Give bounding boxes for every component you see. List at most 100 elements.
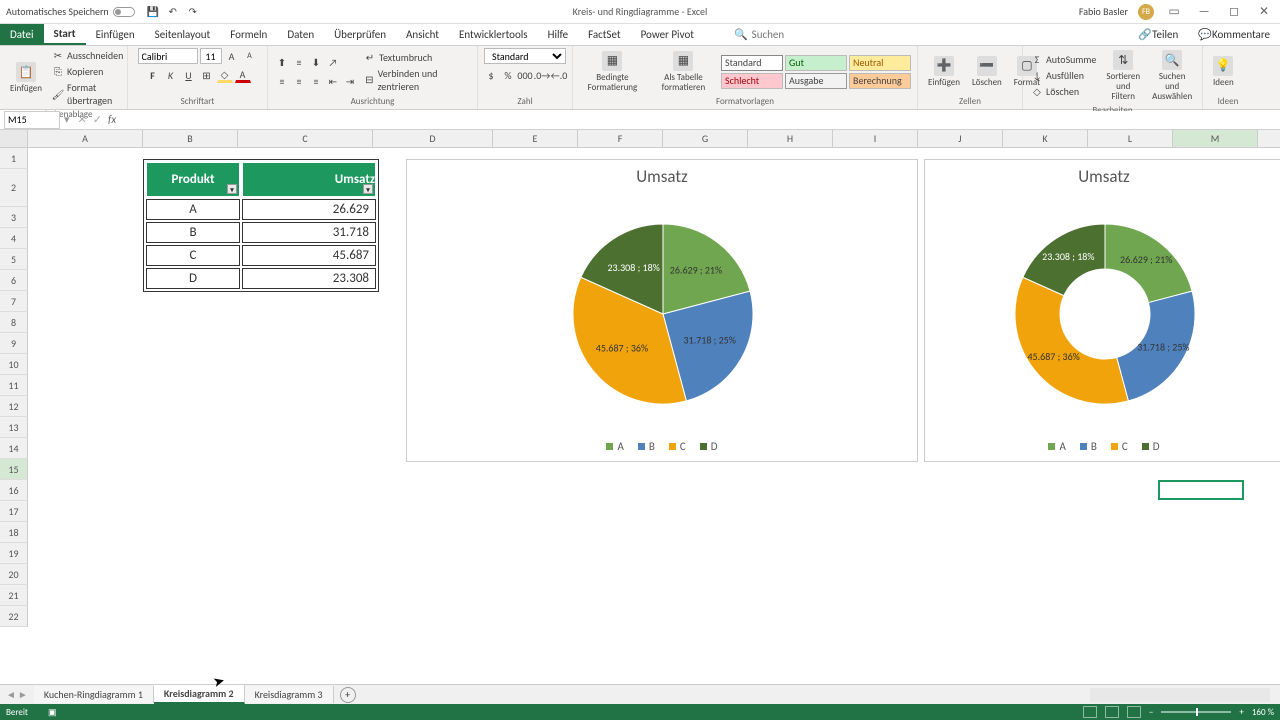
- border-icon[interactable]: ⊞: [199, 67, 215, 83]
- maximize-icon[interactable]: ◻: [1224, 4, 1244, 20]
- autosum-button[interactable]: ΣAutoSumme: [1029, 52, 1098, 67]
- rowhead-3[interactable]: 3: [0, 207, 28, 228]
- normal-view-icon[interactable]: [1083, 706, 1097, 718]
- style-neutral[interactable]: Neutral: [849, 55, 911, 71]
- style-bad[interactable]: Schlecht: [721, 73, 783, 89]
- align-right-icon[interactable]: ≡: [308, 73, 324, 89]
- undo-icon[interactable]: ↶: [167, 6, 179, 18]
- percent-icon[interactable]: %: [500, 67, 516, 83]
- zoom-level[interactable]: 160 %: [1252, 707, 1274, 718]
- fill-button[interactable]: ↓Ausfüllen: [1029, 68, 1098, 83]
- colhead-L[interactable]: L: [1088, 130, 1173, 147]
- user-avatar[interactable]: FB: [1138, 4, 1154, 20]
- user-name[interactable]: Fabio Basler: [1079, 5, 1128, 18]
- share-button[interactable]: 🔗 Teilen: [1128, 24, 1188, 45]
- dec-dec-icon[interactable]: ←.0: [551, 67, 567, 83]
- rowhead-13[interactable]: 13: [0, 417, 28, 438]
- colhead-K[interactable]: K: [1003, 130, 1088, 147]
- colhead-B[interactable]: B: [143, 130, 238, 147]
- rowhead-4[interactable]: 4: [0, 228, 28, 249]
- rowhead-5[interactable]: 5: [0, 249, 28, 270]
- tab-einfuegen[interactable]: Einfügen: [86, 24, 145, 45]
- tab-factset[interactable]: FactSet: [578, 24, 631, 45]
- thousands-icon[interactable]: 000: [517, 67, 533, 83]
- underline-button[interactable]: U: [181, 67, 197, 83]
- sheet-nav-prev-icon[interactable]: ◄: [6, 688, 16, 701]
- format-as-table-button[interactable]: ▦Als Tabelle formatieren: [650, 49, 717, 95]
- formula-input[interactable]: [124, 111, 1280, 129]
- comments-button[interactable]: 💬 Kommentare: [1188, 24, 1280, 45]
- colhead-G[interactable]: G: [663, 130, 748, 147]
- align-left-icon[interactable]: ≡: [274, 73, 290, 89]
- select-all-button[interactable]: [0, 130, 28, 147]
- align-center-icon[interactable]: ≡: [291, 73, 307, 89]
- merge-button[interactable]: ⊟Verbinden und zentrieren: [362, 66, 471, 94]
- accept-formula-icon[interactable]: ✓: [93, 113, 102, 126]
- colhead-A[interactable]: A: [28, 130, 143, 147]
- paste-button[interactable]: 📋 Einfügen: [6, 60, 46, 96]
- colhead-M[interactable]: M: [1173, 130, 1258, 147]
- minimize-icon[interactable]: —: [1194, 4, 1214, 20]
- dec-inc-icon[interactable]: .0→: [534, 67, 550, 83]
- align-middle-icon[interactable]: ≡: [291, 54, 307, 70]
- rowhead-18[interactable]: 18: [0, 522, 28, 543]
- rowhead-9[interactable]: 9: [0, 333, 28, 354]
- rowhead-11[interactable]: 11: [0, 375, 28, 396]
- rowhead-14[interactable]: 14: [0, 438, 28, 459]
- rowhead-12[interactable]: 12: [0, 396, 28, 417]
- font-size-input[interactable]: [200, 48, 222, 64]
- tab-entwicklertools[interactable]: Entwicklertools: [449, 24, 538, 45]
- pie-chart[interactable]: Umsatz 26.629 ; 21%31.718 ; 25%45.687 ; …: [406, 159, 918, 462]
- format-painter-button[interactable]: 🖌Format übertragen: [50, 80, 125, 108]
- zoom-slider[interactable]: [1161, 711, 1231, 713]
- ideas-button[interactable]: 💡Ideen: [1209, 54, 1238, 90]
- colhead-E[interactable]: E: [493, 130, 578, 147]
- currency-icon[interactable]: $: [483, 67, 499, 83]
- tab-file[interactable]: Datei: [0, 24, 44, 45]
- worksheet-grid[interactable]: A B C D E F G H I J K L M 12345678910111…: [0, 130, 1280, 650]
- orientation-icon[interactable]: ↗: [325, 54, 341, 70]
- style-standard[interactable]: Standard: [721, 55, 783, 71]
- zoom-out-button[interactable]: −: [1149, 707, 1153, 718]
- rowhead-1[interactable]: 1: [0, 148, 28, 169]
- tab-ueberpruefen[interactable]: Überprüfen: [324, 24, 396, 45]
- ribbon-options-icon[interactable]: ▭: [1164, 4, 1184, 20]
- increase-font-icon[interactable]: A: [224, 48, 240, 64]
- macro-record-icon[interactable]: ▣: [48, 707, 57, 718]
- sheet-tab-1[interactable]: Kuchen-Ringdiagramm 1: [34, 686, 154, 703]
- rowhead-17[interactable]: 17: [0, 501, 28, 522]
- rowhead-6[interactable]: 6: [0, 270, 28, 291]
- indent-inc-icon[interactable]: ⇥: [342, 73, 358, 89]
- indent-dec-icon[interactable]: ⇤: [325, 73, 341, 89]
- conditional-format-button[interactable]: ▦Bedingte Formatierung: [579, 49, 646, 95]
- tab-formeln[interactable]: Formeln: [220, 24, 277, 45]
- sort-filter-button[interactable]: ⇅Sortieren und Filtern: [1102, 48, 1144, 104]
- delete-cells-button[interactable]: ➖Löschen: [968, 54, 1006, 90]
- clear-button[interactable]: ◇Löschen: [1029, 84, 1098, 99]
- add-sheet-button[interactable]: +: [340, 687, 356, 703]
- insert-cells-button[interactable]: ➕Einfügen: [924, 54, 964, 90]
- tab-seitenlayout[interactable]: Seitenlayout: [145, 24, 221, 45]
- style-good[interactable]: Gut: [785, 55, 847, 71]
- rowhead-7[interactable]: 7: [0, 291, 28, 312]
- style-calc[interactable]: Berechnung: [849, 73, 911, 89]
- data-table[interactable]: Produkt▾ Umsatz▾ A26.629 B31.718 C45.687…: [143, 159, 379, 292]
- horizontal-scrollbar[interactable]: [1090, 688, 1270, 702]
- close-icon[interactable]: ✕: [1254, 4, 1274, 20]
- page-break-view-icon[interactable]: [1127, 706, 1141, 718]
- fill-color-icon[interactable]: ◇: [217, 67, 233, 83]
- colhead-H[interactable]: H: [748, 130, 833, 147]
- font-name-input[interactable]: [138, 48, 198, 64]
- colhead-D[interactable]: D: [373, 130, 493, 147]
- colhead-I[interactable]: I: [833, 130, 918, 147]
- rowhead-20[interactable]: 20: [0, 564, 28, 585]
- sheet-tab-2[interactable]: Kreisdiagramm 2: [154, 685, 245, 704]
- autosave-toggle[interactable]: Automatisches Speichern: [6, 5, 135, 18]
- page-layout-view-icon[interactable]: [1105, 706, 1119, 718]
- align-bottom-icon[interactable]: ⬇: [308, 54, 324, 70]
- italic-button[interactable]: K: [163, 67, 179, 83]
- rowhead-22[interactable]: 22: [0, 606, 28, 627]
- donut-chart[interactable]: Umsatz 26.629 ; 21%31.718 ; 25%45.687 ; …: [924, 159, 1280, 462]
- align-top-icon[interactable]: ⬆: [274, 54, 290, 70]
- tab-powerpivot[interactable]: Power Pivot: [631, 24, 704, 45]
